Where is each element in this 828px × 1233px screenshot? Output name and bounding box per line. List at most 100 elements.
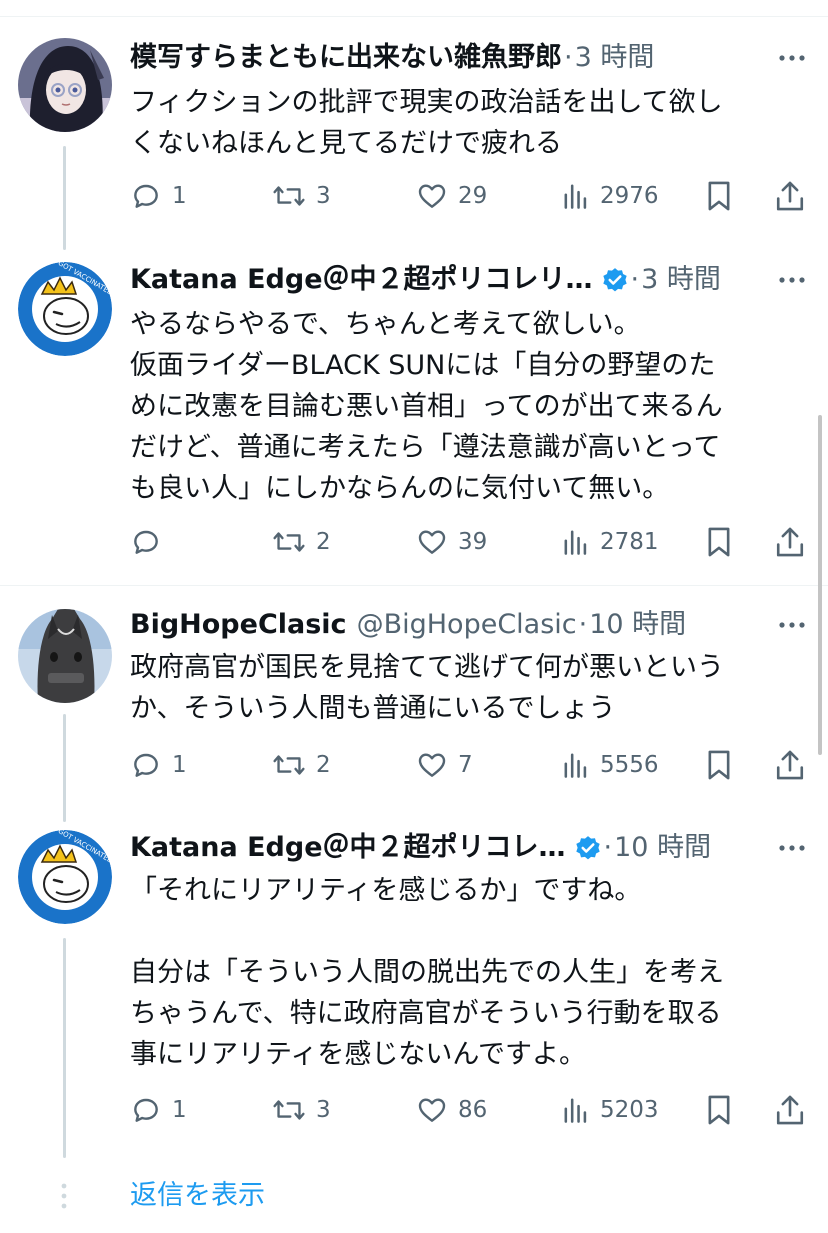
tweet-header: 模写すらまともに出来ない雑魚野郎 · 3 時間	[130, 38, 654, 78]
action-bar: 1 2 7 5556	[0, 745, 828, 785]
action-bar: 1 3 86 5203	[0, 1090, 828, 1130]
bookmark-icon	[708, 750, 730, 780]
more-dots-icon[interactable]	[778, 605, 806, 645]
tweet-header: Katana Edge＠中２超ポリコレ… · 10 時間	[130, 828, 711, 868]
heart-icon	[418, 753, 446, 777]
view-count: 2976	[600, 183, 659, 209]
share-upload-icon	[776, 527, 804, 557]
view-count: 2781	[600, 529, 659, 555]
retweet-button[interactable]: 2	[272, 745, 331, 785]
avatar[interactable]	[18, 38, 112, 132]
tweet-text: 「それにリアリティを感じるか」ですね。 自分は「そういう人間の脱出先での人生」を…	[130, 875, 724, 1070]
separator-dot: ·	[564, 42, 573, 73]
tweet-header: Katana Edge＠中２超ポリコレリ… · 3 時間	[130, 260, 721, 300]
tweet-text: やるならやるで、ちゃんと考えて欲しい。 仮面ライダーBLACK SUNには「自分…	[130, 309, 723, 504]
tweet-header: BigHopeClasic @BigHopeClasic · 10 時間	[130, 605, 686, 645]
like-button[interactable]: 29	[416, 176, 487, 216]
speech-bubble-icon	[134, 530, 158, 554]
bar-chart-icon	[564, 530, 587, 555]
retweet-button[interactable]: 3	[272, 1090, 331, 1130]
timestamp[interactable]: 3 時間	[575, 38, 655, 78]
verified-badge-icon	[602, 268, 627, 292]
reply-button[interactable]: 1	[130, 176, 187, 216]
like-button[interactable]: 39	[416, 522, 487, 562]
bar-chart-icon	[564, 184, 587, 209]
verified-badge-icon	[575, 836, 600, 860]
display-name[interactable]: BigHopeClasic	[130, 605, 347, 645]
more-dots-icon[interactable]	[778, 260, 806, 300]
like-button[interactable]: 7	[416, 745, 473, 785]
bar-chart-icon	[564, 1098, 587, 1123]
retweet-count: 3	[316, 183, 331, 209]
reply-button[interactable]: 1	[130, 745, 187, 785]
avatar[interactable]: I GOT VACCINATED	[18, 830, 112, 924]
display-name[interactable]: 模写すらまともに出来ない雑魚野郎	[130, 38, 562, 78]
more-replies-dots-icon	[61, 1183, 67, 1209]
timestamp[interactable]: 3 時間	[641, 260, 721, 300]
views-button[interactable]: 2781	[562, 522, 659, 562]
share-button[interactable]	[774, 1090, 806, 1130]
share-upload-icon	[776, 1095, 804, 1125]
scrollbar[interactable]	[818, 415, 822, 755]
views-button[interactable]: 2976	[562, 176, 659, 216]
like-count: 7	[458, 752, 473, 778]
bookmark-icon	[708, 527, 730, 557]
bookmark-button[interactable]	[704, 1090, 734, 1130]
bookmark-button[interactable]	[704, 522, 734, 562]
bookmark-button[interactable]	[704, 176, 734, 216]
retweet-button[interactable]: 3	[272, 176, 331, 216]
tweet-text: フィクションの批評で現実の政治話を出して欲し くないねほんと見てるだけで疲れる	[130, 87, 723, 159]
more-dots-icon[interactable]	[778, 828, 806, 868]
separator-dot: ·	[630, 264, 640, 295]
bookmark-icon	[708, 181, 730, 211]
view-count: 5556	[600, 752, 659, 778]
like-count: 86	[458, 1097, 488, 1123]
like-button[interactable]: 86	[416, 1090, 487, 1130]
separator-dot: ·	[578, 609, 588, 640]
speech-bubble-icon	[134, 184, 158, 208]
reply-count: 1	[172, 183, 187, 209]
views-button[interactable]: 5203	[562, 1090, 659, 1130]
display-name[interactable]: Katana Edge＠中２超ポリコレリ…	[130, 260, 593, 300]
reply-button[interactable]: 1	[130, 1090, 187, 1130]
share-button[interactable]	[774, 745, 806, 785]
thread-divider	[0, 585, 828, 586]
retweet-count: 2	[316, 529, 331, 555]
like-count: 39	[458, 529, 488, 555]
view-count: 5203	[600, 1097, 659, 1123]
retweet-arrows-icon	[273, 1100, 305, 1120]
speech-bubble-icon	[134, 753, 158, 777]
show-replies-link[interactable]: 返信を表示	[130, 1176, 265, 1216]
action-bar: 1 3 29 2976	[0, 176, 828, 216]
retweet-arrows-icon	[273, 532, 305, 552]
like-count: 29	[458, 183, 488, 209]
retweet-arrows-icon	[273, 755, 305, 775]
bar-chart-icon	[564, 753, 587, 778]
tweet-text: 政府高官が国民を見捨てて逃げて何が悪いという か、そういう人間も普通にいるでしょ…	[130, 652, 724, 724]
reply-count: 1	[172, 1097, 187, 1123]
display-name[interactable]: Katana Edge＠中２超ポリコレ…	[130, 828, 566, 868]
bookmark-button[interactable]	[704, 745, 734, 785]
more-dots-icon[interactable]	[778, 38, 806, 78]
bookmark-icon	[708, 1095, 730, 1125]
action-bar: 2 39 2781	[0, 522, 828, 562]
top-divider	[0, 16, 828, 17]
retweet-button[interactable]: 2	[272, 522, 331, 562]
views-button[interactable]: 5556	[562, 745, 659, 785]
user-handle[interactable]: @BigHopeClasic	[357, 605, 577, 645]
separator-dot: ·	[603, 832, 613, 863]
heart-icon	[418, 1098, 446, 1122]
share-button[interactable]	[774, 522, 806, 562]
reply-button[interactable]	[130, 522, 172, 562]
heart-icon	[418, 530, 446, 554]
timestamp[interactable]: 10 時間	[614, 828, 711, 868]
heart-icon	[418, 184, 446, 208]
timestamp[interactable]: 10 時間	[589, 605, 686, 645]
avatar[interactable]: I GOT VACCINATED	[18, 262, 112, 356]
share-upload-icon	[776, 181, 804, 211]
reply-count: 1	[172, 752, 187, 778]
retweet-count: 2	[316, 752, 331, 778]
share-button[interactable]	[774, 176, 806, 216]
avatar[interactable]	[18, 609, 112, 703]
retweet-count: 3	[316, 1097, 331, 1123]
